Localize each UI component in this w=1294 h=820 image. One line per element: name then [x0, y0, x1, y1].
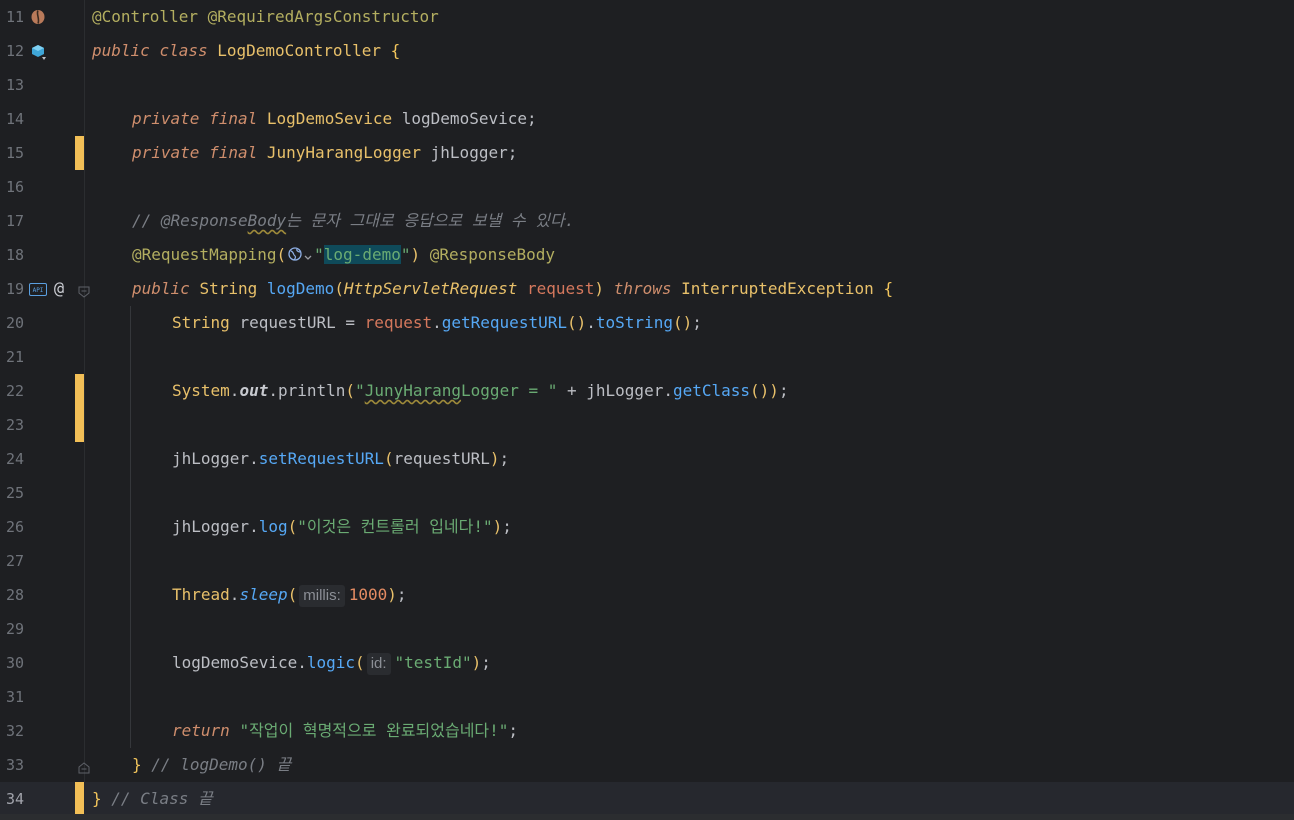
code-line[interactable]: 13 [0, 68, 1294, 102]
code-line[interactable]: 21 [0, 340, 1294, 374]
code-line[interactable]: 26 jhLogger.log("이것은 컨트롤러 입네다!"); [0, 510, 1294, 544]
line-number: 22 [5, 382, 24, 400]
line-number: 33 [5, 756, 24, 774]
change-marker[interactable] [75, 136, 84, 170]
code-line[interactable]: 11 @Controller @RequiredArgsConstructor [0, 0, 1294, 34]
url-string-highlight[interactable]: log-demo [323, 245, 401, 264]
globe-icon[interactable] [288, 239, 302, 273]
code-line[interactable]: 15 private final JunyHarangLogger jhLogg… [0, 136, 1294, 170]
code-line[interactable]: 30 logDemoSevice.logic(id: "testId"); [0, 646, 1294, 680]
line-number: 14 [5, 110, 24, 128]
code-line[interactable]: 16 [0, 170, 1294, 204]
code-text: } // logDemo() 끝 [132, 755, 292, 774]
svg-text:API: API [33, 287, 44, 294]
code-text: private final JunyHarangLogger jhLogger; [132, 143, 518, 162]
parameter-hint: millis: [299, 585, 345, 607]
code-line[interactable]: 31 [0, 680, 1294, 714]
code-text: private final LogDemoSevice logDemoSevic… [132, 109, 537, 128]
line-number: 31 [5, 688, 24, 706]
class-implemented-icon[interactable] [29, 42, 49, 62]
code-editor[interactable]: 11 @Controller @RequiredArgsConstructor … [0, 0, 1294, 820]
editor-bottom-edge [0, 814, 1294, 820]
code-line[interactable]: 27 [0, 544, 1294, 578]
line-number: 17 [5, 212, 24, 230]
code-line[interactable]: 18 @RequestMapping("log-demo") @Response… [0, 238, 1294, 272]
code-text: logDemoSevice.logic(id: "testId"); [172, 646, 491, 680]
line-number: 25 [5, 484, 24, 502]
line-number: 24 [5, 450, 24, 468]
line-number: 34 [5, 790, 24, 808]
code-line[interactable]: 14 private final LogDemoSevice logDemoSe… [0, 102, 1294, 136]
code-text: Thread.sleep(millis: 1000); [172, 578, 407, 612]
code-line[interactable]: 32 return "작업이 혁명적으로 완료되었습네다!"; [0, 714, 1294, 748]
line-number: 20 [5, 314, 24, 332]
code-text: public String logDemo(HttpServletRequest… [132, 279, 894, 298]
code-line[interactable]: 29 [0, 612, 1294, 646]
line-number: 27 [5, 552, 24, 570]
code-text: String requestURL = request.getRequestUR… [172, 313, 702, 332]
chevron-down-icon[interactable] [304, 239, 312, 273]
line-number: 26 [5, 518, 24, 536]
code-line[interactable]: 23 [0, 408, 1294, 442]
line-number: 13 [5, 76, 24, 94]
parameter-hint: id: [366, 653, 391, 675]
code-text: @Controller @RequiredArgsConstructor [92, 7, 439, 26]
line-number: 15 [5, 144, 24, 162]
code-text: jhLogger.setRequestURL(requestURL); [172, 449, 510, 468]
code-text: jhLogger.log("이것은 컨트롤러 입네다!"); [172, 517, 512, 536]
fold-end-icon[interactable] [78, 759, 90, 774]
code-comment: // @ResponseBody는 문자 그대로 응답으로 보낼 수 있다. [132, 211, 575, 230]
line-number: 23 [5, 416, 24, 434]
line-number: 12 [5, 42, 24, 60]
code-line[interactable]: 33 } // logDemo() 끝 [0, 748, 1294, 782]
code-line[interactable]: 28 Thread.sleep(millis: 1000); [0, 578, 1294, 612]
line-number: 30 [5, 654, 24, 672]
line-number: 11 [5, 8, 24, 26]
at-mapping-icon[interactable]: @ [50, 279, 68, 299]
line-number: 21 [5, 348, 24, 366]
line-number: 18 [5, 246, 24, 264]
code-line[interactable]: 19 API @ public String logDemo(HttpServl… [0, 272, 1294, 306]
change-marker[interactable] [75, 782, 84, 816]
code-line[interactable]: 20 String requestURL = request.getReques… [0, 306, 1294, 340]
code-line-current[interactable]: 34 } // Class 끝 [0, 782, 1294, 816]
change-marker[interactable] [75, 374, 84, 408]
fold-icon[interactable] [78, 283, 90, 298]
code-line[interactable]: 25 [0, 476, 1294, 510]
line-number: 32 [5, 722, 24, 740]
code-line[interactable]: 17 // @ResponseBody는 문자 그대로 응답으로 보낼 수 있다… [0, 204, 1294, 238]
code-line[interactable]: 22 System.out.println("JunyHarangLogger … [0, 374, 1294, 408]
code-line[interactable]: 24 jhLogger.setRequestURL(requestURL); [0, 442, 1294, 476]
code-text: return "작업이 혁명적으로 완료되었습네다!"; [172, 721, 519, 740]
line-number: 16 [5, 178, 24, 196]
code-text: public class LogDemoController { [92, 41, 401, 60]
change-marker[interactable] [75, 408, 84, 442]
line-number: 19 [5, 280, 24, 298]
code-text: @RequestMapping("log-demo") @ResponseBod… [132, 238, 555, 272]
code-text: } // Class 끝 [92, 789, 213, 808]
spring-bean-icon[interactable] [29, 8, 47, 26]
code-line[interactable]: 12 public class LogDemoController { [0, 34, 1294, 68]
line-number: 28 [5, 586, 24, 604]
code-text: System.out.println("JunyHarangLogger = "… [172, 381, 789, 400]
api-endpoint-icon[interactable]: API [29, 282, 47, 296]
line-number: 29 [5, 620, 24, 638]
